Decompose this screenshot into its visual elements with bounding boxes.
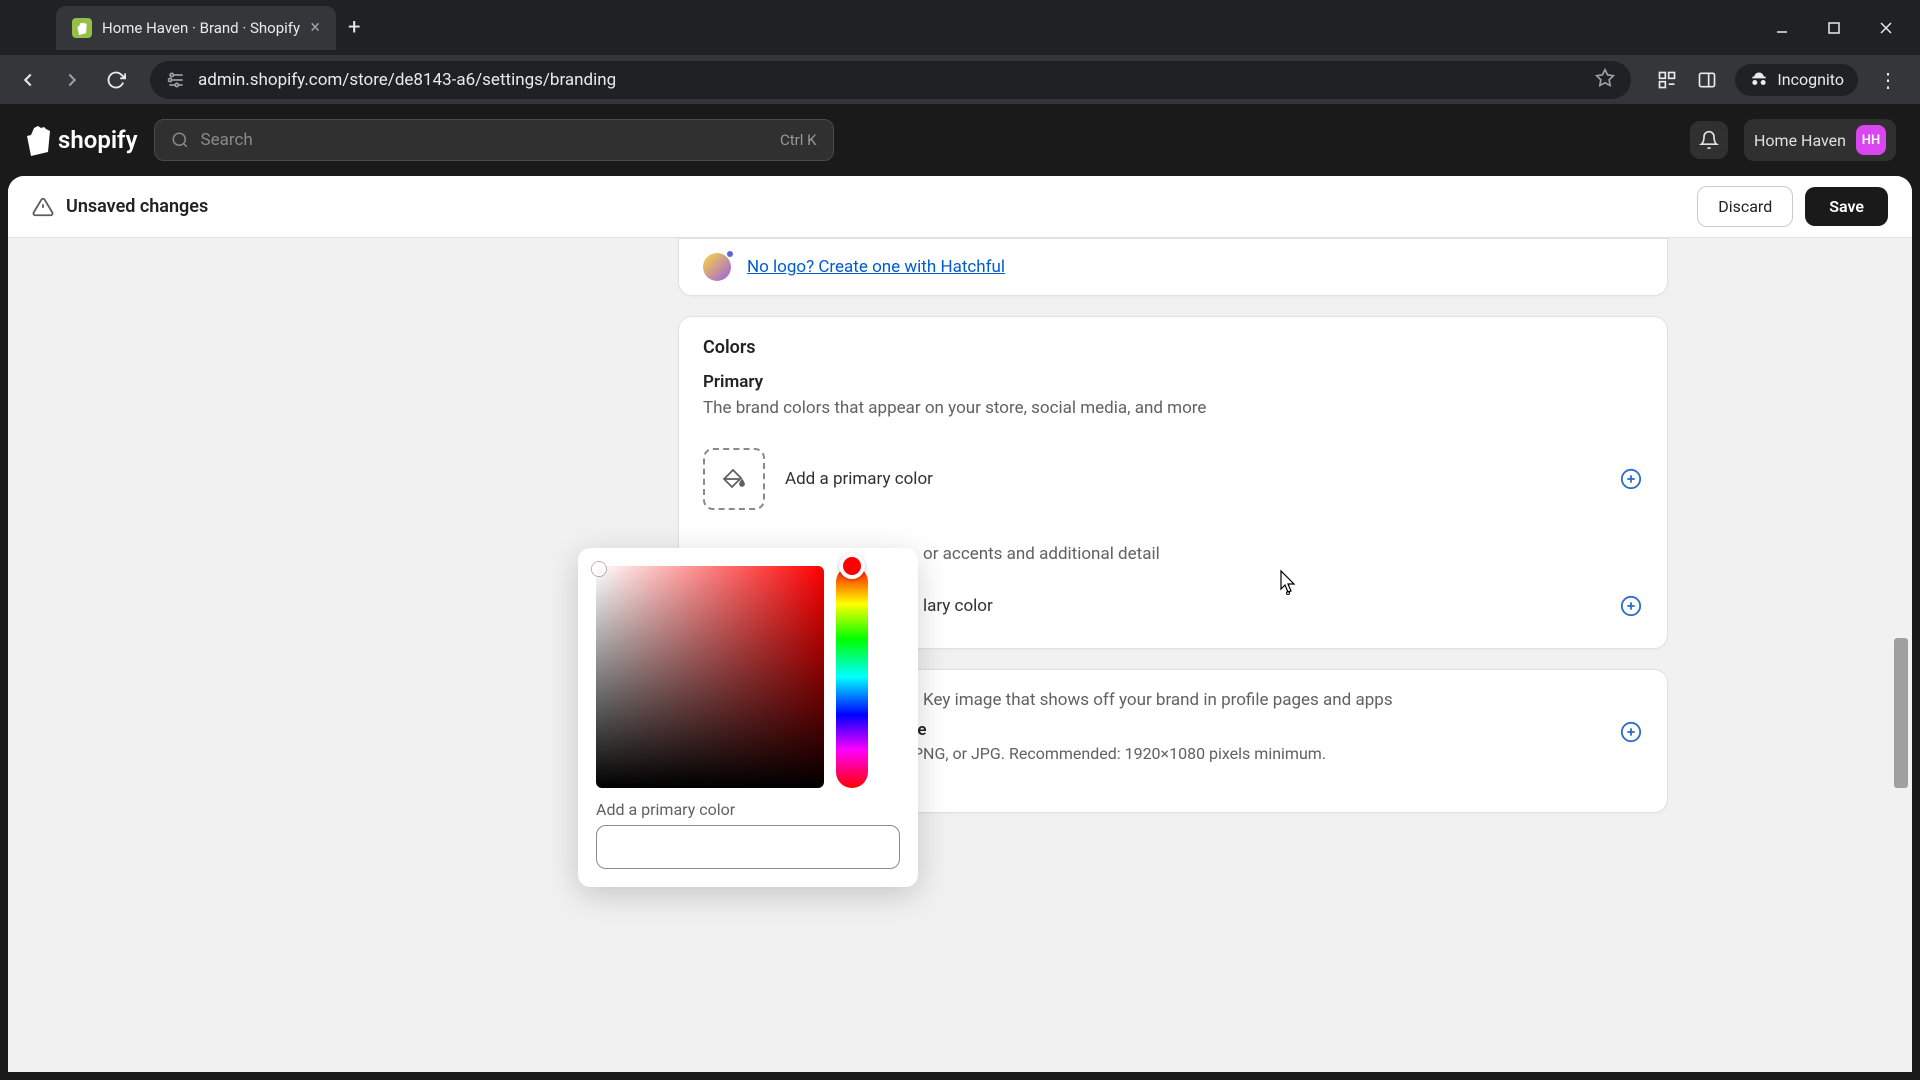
secondary-row-label-fragment: lary color	[923, 596, 1599, 616]
primary-subtitle: Primary	[703, 372, 1643, 392]
incognito-icon	[1749, 70, 1769, 90]
close-icon[interactable]: ×	[310, 17, 320, 38]
browser-chrome: Home Haven · Brand · Shopify × + admin.s…	[0, 0, 1920, 104]
back-button[interactable]	[10, 62, 46, 98]
hatchful-link[interactable]: No logo? Create one with Hatchful	[747, 257, 1005, 277]
main-body: Unsaved changes Discard Save No logo? Cr…	[8, 176, 1912, 1072]
url-bar: admin.shopify.com/store/de8143-a6/settin…	[0, 55, 1920, 104]
search-placeholder: Search	[201, 130, 768, 150]
colors-title: Colors	[703, 337, 1643, 358]
hatchful-banner: No logo? Create one with Hatchful	[678, 238, 1668, 296]
hue-cursor[interactable]	[839, 553, 865, 579]
add-cover-button[interactable]	[1619, 720, 1643, 744]
shopify-logo[interactable]: shopify	[24, 124, 138, 156]
bookmark-star-icon[interactable]	[1595, 68, 1615, 92]
color-picker-popover: Add a primary color	[578, 548, 918, 887]
notifications-button[interactable]	[1690, 121, 1728, 159]
incognito-indicator[interactable]: Incognito	[1735, 64, 1858, 96]
paint-bucket-icon	[722, 467, 746, 491]
shopify-header: shopify Search Ctrl K Home Haven HH	[0, 104, 1920, 176]
avatar: HH	[1856, 125, 1886, 155]
primary-swatch-placeholder[interactable]	[703, 448, 765, 510]
add-secondary-button[interactable]	[1619, 594, 1643, 618]
shopify-bag-icon	[24, 124, 52, 156]
search-icon	[171, 131, 189, 149]
browser-tab[interactable]: Home Haven · Brand · Shopify ×	[56, 6, 336, 50]
bell-icon	[1699, 130, 1719, 150]
url-input[interactable]: admin.shopify.com/store/de8143-a6/settin…	[150, 61, 1631, 99]
forward-button[interactable]	[54, 62, 90, 98]
discard-button[interactable]: Discard	[1697, 186, 1793, 227]
unsaved-changes-bar: Unsaved changes Discard Save	[8, 176, 1912, 238]
warning-icon	[32, 196, 54, 218]
close-window-button[interactable]	[1876, 18, 1896, 38]
shopify-favicon	[72, 18, 92, 38]
plus-circle-icon	[1620, 721, 1642, 743]
plus-circle-icon	[1620, 595, 1642, 617]
add-primary-button[interactable]	[1619, 467, 1643, 491]
unsaved-text: Unsaved changes	[66, 196, 1685, 217]
url-text: admin.shopify.com/store/de8143-a6/settin…	[198, 70, 1583, 90]
shopify-app: shopify Search Ctrl K Home Haven HH Unsa…	[0, 104, 1920, 1080]
save-button[interactable]: Save	[1805, 187, 1888, 226]
search-input[interactable]: Search Ctrl K	[154, 119, 834, 161]
extension-icons	[1647, 68, 1727, 92]
hatchful-icon	[703, 253, 731, 281]
reload-button[interactable]	[98, 62, 134, 98]
side-panel-icon[interactable]	[1695, 68, 1719, 92]
content-scroll[interactable]: No logo? Create one with Hatchful Colors…	[8, 238, 1912, 1072]
scrollbar-track[interactable]	[1892, 238, 1910, 1072]
picker-label: Add a primary color	[596, 800, 900, 819]
primary-row-label: Add a primary color	[785, 469, 1599, 489]
plus-circle-icon	[1620, 468, 1642, 490]
window-controls	[1772, 18, 1912, 38]
browser-menu-button[interactable]: ⋮	[1866, 68, 1910, 92]
color-hex-input[interactable]	[596, 825, 900, 869]
maximize-button[interactable]	[1824, 18, 1844, 38]
incognito-label: Incognito	[1777, 70, 1844, 89]
new-tab-button[interactable]: +	[348, 15, 360, 40]
scrollbar-thumb[interactable]	[1894, 638, 1908, 788]
tab-title: Home Haven · Brand · Shopify	[102, 19, 300, 37]
hue-slider[interactable]	[836, 566, 868, 788]
tab-bar: Home Haven · Brand · Shopify × +	[0, 0, 1920, 55]
saturation-value-field[interactable]	[596, 566, 824, 788]
primary-color-row[interactable]: Add a primary color	[703, 438, 1643, 520]
site-settings-icon[interactable]	[166, 70, 186, 90]
shopify-logo-text: shopify	[58, 126, 138, 154]
search-shortcut: Ctrl K	[780, 131, 817, 149]
primary-description: The brand colors that appear on your sto…	[703, 398, 1643, 418]
account-name: Home Haven	[1754, 131, 1846, 150]
sv-cursor[interactable]	[592, 562, 606, 576]
account-menu[interactable]: Home Haven HH	[1744, 119, 1896, 161]
reading-list-icon[interactable]	[1655, 68, 1679, 92]
minimize-button[interactable]	[1772, 18, 1792, 38]
